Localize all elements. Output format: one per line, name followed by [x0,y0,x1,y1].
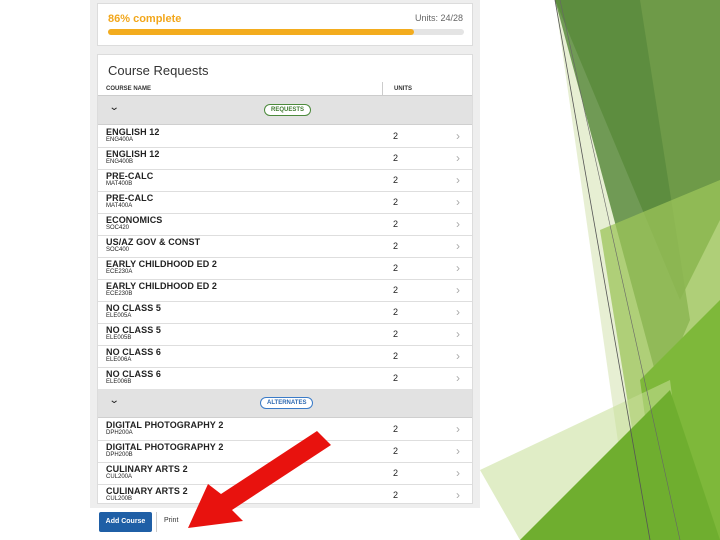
annotation-arrow [188,431,331,528]
